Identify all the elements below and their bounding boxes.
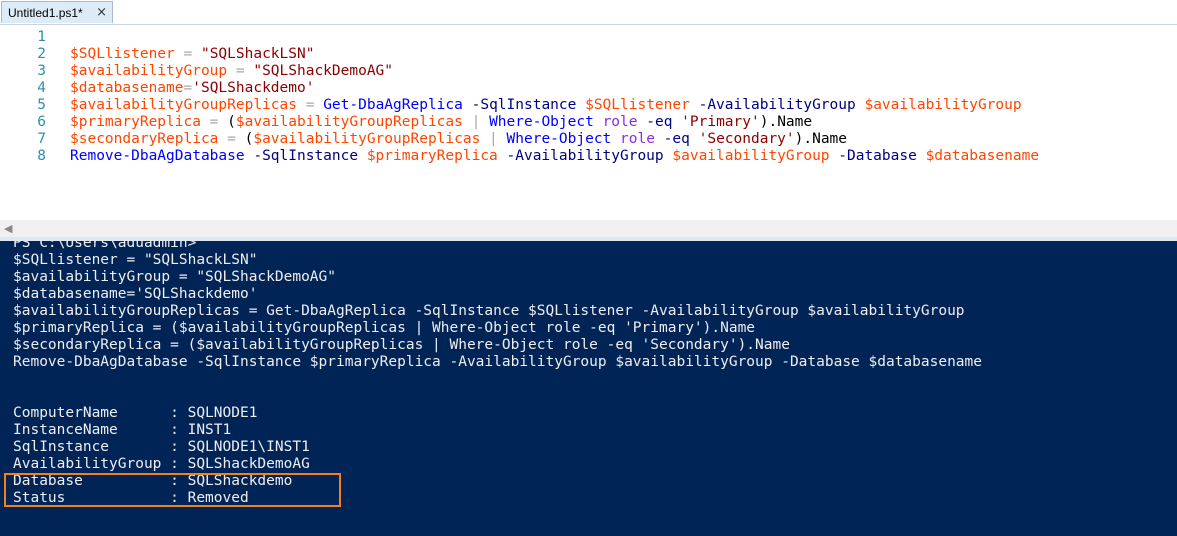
- code-token: -Database: [829, 148, 926, 164]
- code-token: =: [200, 114, 228, 130]
- code-token: $availabilityGroup: [672, 148, 830, 164]
- code-token: |: [462, 114, 490, 130]
- highlight-box: [4, 473, 341, 507]
- line-number: 6: [37, 114, 46, 130]
- code-token: $SQLlistener: [585, 97, 690, 113]
- code-line: $availabilityGroup = "SQLShackDemoAG": [70, 63, 1039, 80]
- code-token: Where-Object: [506, 131, 612, 147]
- tab-untitled1[interactable]: Untitled1.ps1* ×: [1, 1, 113, 23]
- code-token: $secondaryReplica: [70, 131, 219, 147]
- tab-title: Untitled1.ps1*: [8, 5, 83, 20]
- code-token: =: [218, 131, 245, 147]
- code-token: $availabilityGroupReplicas: [253, 131, 481, 147]
- code-token: -SqlInstance: [462, 97, 586, 113]
- scroll-left-icon[interactable]: ◀: [4, 222, 12, 235]
- console-line: $primaryReplica = ($availabilityGroupRep…: [13, 320, 756, 336]
- console-line: $secondaryReplica = ($availabilityGroupR…: [13, 337, 790, 353]
- tab-strip: Untitled1.ps1* ×: [0, 0, 1177, 24]
- code-line: $SQLlistener = "SQLShackLSN": [70, 46, 1039, 63]
- code-token: Remove-DbaAgDatabase: [70, 148, 245, 164]
- line-number: 7: [37, 131, 46, 147]
- console-line: InstanceName : INST1: [13, 422, 232, 438]
- console-line: ComputerName : SQLNODE1: [13, 405, 258, 421]
- code-area[interactable]: $SQLlistener = "SQLShackLSN" $availabilit…: [70, 29, 1039, 165]
- code-token: $databasename: [925, 148, 1040, 164]
- code-token: |: [480, 131, 507, 147]
- code-token: $availabilityGroupReplicas: [70, 97, 297, 113]
- code-token: =: [183, 80, 193, 96]
- console-line: $databasename='SQLShackdemo': [13, 286, 258, 302]
- console-pane[interactable]: PS C:\Users\aduadmin> $SQLlistener = "SQL…: [0, 241, 1177, 536]
- line-number: 8: [37, 148, 46, 164]
- code-line: $availabilityGroupReplicas = Get-DbaAgRe…: [70, 97, 1039, 114]
- code-token: Where-Object: [489, 114, 594, 130]
- console-line: PS C:\Users\aduadmin>: [13, 241, 197, 251]
- console-line: $availabilityGroupReplicas = Get-DbaAgRe…: [13, 303, 965, 319]
- code-line: $secondaryReplica = ($availabilityGroupR…: [70, 131, 1039, 148]
- horizontal-scrollbar[interactable]: ◀: [0, 220, 1177, 237]
- code-token: 'Primary': [681, 114, 760, 130]
- code-token: =: [296, 97, 324, 113]
- close-icon[interactable]: ×: [96, 5, 107, 20]
- code-token: "SQLShackLSN": [200, 46, 315, 62]
- code-line: Remove-DbaAgDatabase -SqlInstance $prima…: [70, 148, 1039, 165]
- code-token: role: [602, 114, 638, 130]
- script-editor[interactable]: 12345678 $SQLlistener = "SQLShackLSN" $av…: [0, 24, 1177, 221]
- code-token: -eq: [637, 114, 682, 130]
- code-token: 'SQLShackdemo': [192, 80, 315, 96]
- console-line: SqlInstance : SQLNODE1\INST1: [13, 439, 310, 455]
- console-line: Remove-DbaAgDatabase -SqlInstance $prima…: [13, 354, 983, 370]
- code-token: =: [174, 46, 201, 62]
- code-token: role: [620, 131, 655, 147]
- code-token: -SqlInstance: [244, 148, 367, 164]
- code-token: $availabilityGroup: [70, 63, 228, 79]
- code-token: $SQLlistener: [70, 46, 175, 62]
- code-token: Get-DbaAgReplica: [323, 97, 463, 113]
- line-number-gutter: 12345678: [0, 29, 46, 165]
- code-token: -AvailabilityGroup: [497, 148, 673, 164]
- code-token: ).Name: [794, 131, 848, 147]
- line-number: 1: [37, 29, 46, 45]
- console-output: PS C:\Users\aduadmin> $SQLlistener = "SQL…: [13, 241, 982, 507]
- line-number: 2: [37, 46, 46, 62]
- code-token: $primaryReplica: [70, 114, 201, 130]
- code-token: (: [227, 114, 236, 130]
- code-token: ).Name: [759, 114, 813, 130]
- code-line: $primaryReplica = ($availabilityGroupRep…: [70, 114, 1039, 131]
- code-line: $databasename='SQLShackdemo': [70, 80, 1039, 97]
- code-token: =: [227, 63, 254, 79]
- line-number: 5: [37, 97, 46, 113]
- code-token: 'Secondary': [698, 131, 795, 147]
- code-token: $primaryReplica: [366, 148, 498, 164]
- line-number: 3: [37, 63, 46, 79]
- code-token: -eq: [654, 131, 699, 147]
- console-line: $SQLlistener = "SQLShackLSN": [13, 252, 258, 268]
- console-line: $availabilityGroup = "SQLShackDemoAG": [13, 269, 337, 285]
- console-line: AvailabilityGroup : SQLShackDemoAG: [13, 456, 310, 472]
- code-token: -AvailabilityGroup: [689, 97, 865, 113]
- line-number: 4: [37, 80, 46, 96]
- code-token: "SQLShackDemoAG": [253, 63, 394, 79]
- code-token: $availabilityGroup: [864, 97, 1022, 113]
- code-token: $databasename: [70, 80, 184, 96]
- code-token: $availabilityGroupReplicas: [235, 114, 463, 130]
